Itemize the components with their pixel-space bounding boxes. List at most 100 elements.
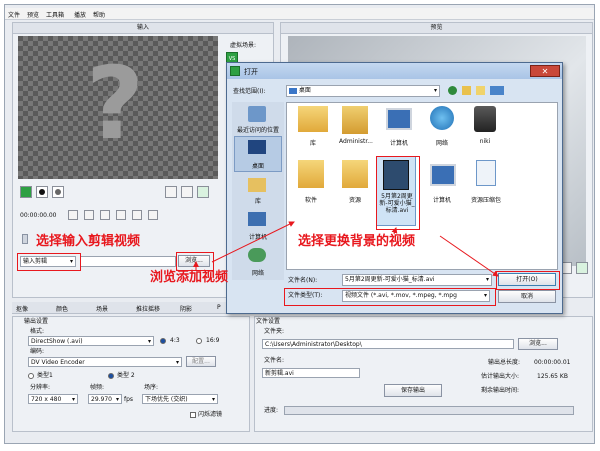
lookin-select[interactable]: 桌面 ▾: [286, 85, 440, 97]
computer-shortcut-icon[interactable]: [430, 164, 456, 186]
app-icon: [230, 66, 240, 76]
filename-label: 文件名:: [264, 357, 285, 364]
progress-bar: [284, 406, 574, 415]
menu-preview[interactable]: 预览: [27, 10, 39, 19]
folder-field[interactable]: C:\Users\Administrator\Desktop\: [262, 339, 514, 349]
file-resources[interactable]: 资源: [327, 195, 383, 204]
menu-file[interactable]: 文件: [8, 10, 20, 19]
software-folder-icon[interactable]: [298, 160, 324, 188]
tab-pan-zoom[interactable]: 推拉摇移: [136, 304, 160, 313]
codec-select[interactable]: DV Video Encoder ▾: [28, 357, 182, 367]
archive-shortcut-icon[interactable]: [476, 160, 496, 186]
settings-tabs: 抠像 颜色 场景 推拉摇移 阴影 P: [12, 302, 250, 314]
image-icon[interactable]: [181, 186, 193, 198]
gray-key-button[interactable]: [52, 186, 64, 198]
aspect-43-radio[interactable]: [160, 338, 166, 344]
menu-play[interactable]: 播放: [74, 10, 86, 19]
remaining-time-label: 剩余输出时间:: [481, 387, 520, 394]
folder-browse-button[interactable]: 浏览...: [518, 338, 558, 350]
deinterlace-checkbox[interactable]: [190, 412, 196, 418]
format-select[interactable]: DirectShow (.avi) ▾: [28, 336, 154, 346]
file-niki[interactable]: niki: [457, 138, 513, 145]
play-icon[interactable]: [116, 210, 126, 220]
input-clip-path[interactable]: [80, 256, 176, 267]
framerate-select[interactable]: 29.970 ▾: [88, 394, 122, 404]
tab-color[interactable]: 颜色: [56, 304, 68, 313]
tab-shadow[interactable]: 阴影: [180, 304, 192, 313]
preview-panel-title: 预览: [281, 23, 592, 34]
close-icon: ✕: [541, 67, 549, 76]
library-place-icon[interactable]: [248, 178, 266, 192]
est-size-value: 125.65 KB: [537, 373, 568, 380]
resolution-select[interactable]: 720 x 480 ▾: [28, 394, 78, 404]
close-button[interactable]: ✕: [530, 65, 560, 77]
preview-fit-icon[interactable]: [576, 262, 588, 274]
place-library[interactable]: 库: [230, 196, 286, 205]
menu-toolbox[interactable]: 工具箱: [46, 10, 64, 19]
place-recent[interactable]: 最近访问的位置: [230, 125, 286, 134]
fps-label: fps: [124, 396, 134, 403]
resolution-label: 分辨率:: [30, 384, 51, 391]
step-forward-icon[interactable]: [132, 210, 142, 220]
field-order-value: 下场优先 (交织): [145, 396, 188, 403]
tab-scene[interactable]: 场景: [96, 304, 108, 313]
filename-field[interactable]: 新剪辑.avi: [262, 368, 360, 378]
type1-radio[interactable]: [28, 373, 34, 379]
place-computer[interactable]: 计算机: [230, 232, 286, 241]
annotation-select-clip: 选择输入剪辑视频: [36, 234, 141, 249]
computer-file-icon[interactable]: [386, 108, 412, 130]
new-folder-icon[interactable]: [476, 86, 485, 95]
user-folder-icon[interactable]: [342, 106, 368, 134]
skip-end-icon[interactable]: [148, 210, 158, 220]
fit-icon[interactable]: [197, 186, 209, 198]
virtual-scene-label: 虚拟场景:: [230, 42, 257, 49]
chevron-down-icon: ▾: [433, 87, 437, 94]
annotation-select-bg: 选择更换背景的视频: [298, 234, 416, 249]
dialog-titlebar: [227, 63, 562, 79]
menu-help[interactable]: 帮助: [93, 10, 105, 19]
save-output-button[interactable]: 保存输出: [384, 384, 442, 397]
back-icon[interactable]: [448, 86, 457, 95]
dialog-filename-field[interactable]: 5月第2周更新-可爱小猫_标清.avi ▾: [342, 274, 492, 286]
user-file-icon[interactable]: [474, 106, 496, 132]
field-order-select[interactable]: 下场优先 (交织) ▾: [142, 394, 218, 404]
codec-label: 编码:: [30, 348, 45, 355]
aspect-169-radio[interactable]: [196, 338, 202, 344]
black-key-button[interactable]: [36, 186, 48, 198]
tab-keying[interactable]: 抠像: [16, 304, 28, 313]
est-size-label: 估计输出大小:: [481, 373, 520, 380]
type2-radio[interactable]: [108, 373, 114, 379]
library-folder-icon[interactable]: [298, 106, 328, 132]
chevron-down-icon: ▾: [485, 276, 489, 283]
desktop-place-icon: [248, 140, 266, 154]
annotation-box-filetype: [284, 288, 496, 306]
annotation-box-video: [376, 156, 420, 230]
computer-place-icon[interactable]: [248, 212, 266, 226]
network-file-icon[interactable]: [430, 106, 454, 130]
skip-start-icon[interactable]: [68, 210, 78, 220]
view-menu-icon[interactable]: [490, 86, 504, 95]
file-settings-title: 文件设置: [256, 318, 281, 325]
file-archive[interactable]: 资源压缩包: [458, 195, 514, 204]
dialog-title: 打开: [244, 68, 258, 76]
chevron-down-icon: ▾: [115, 396, 119, 403]
place-network[interactable]: 网络: [230, 268, 286, 277]
codec-value: DV Video Encoder: [31, 359, 85, 366]
green-screen-button[interactable]: [20, 186, 32, 198]
cancel-button[interactable]: 取消: [498, 290, 556, 303]
recent-places-icon[interactable]: [248, 106, 266, 122]
dialog-filename-label: 文件名(N):: [288, 277, 318, 284]
chevron-down-icon: ▾: [175, 359, 179, 366]
aspect-169-label: 16:9: [206, 337, 220, 344]
step-back-icon[interactable]: [84, 210, 94, 220]
up-folder-icon[interactable]: [462, 86, 471, 95]
stop-icon[interactable]: [100, 210, 110, 220]
resources-folder-icon[interactable]: [342, 160, 368, 188]
config-button[interactable]: 配置...: [186, 356, 216, 367]
question-mark-icon: ?: [86, 45, 145, 162]
tab-p[interactable]: P: [217, 304, 221, 311]
timeline-slider[interactable]: [22, 234, 28, 244]
zoom-icon[interactable]: [165, 186, 177, 198]
annotation-browse-add: 浏览添加视频: [150, 270, 229, 285]
network-place-icon[interactable]: [248, 248, 266, 262]
